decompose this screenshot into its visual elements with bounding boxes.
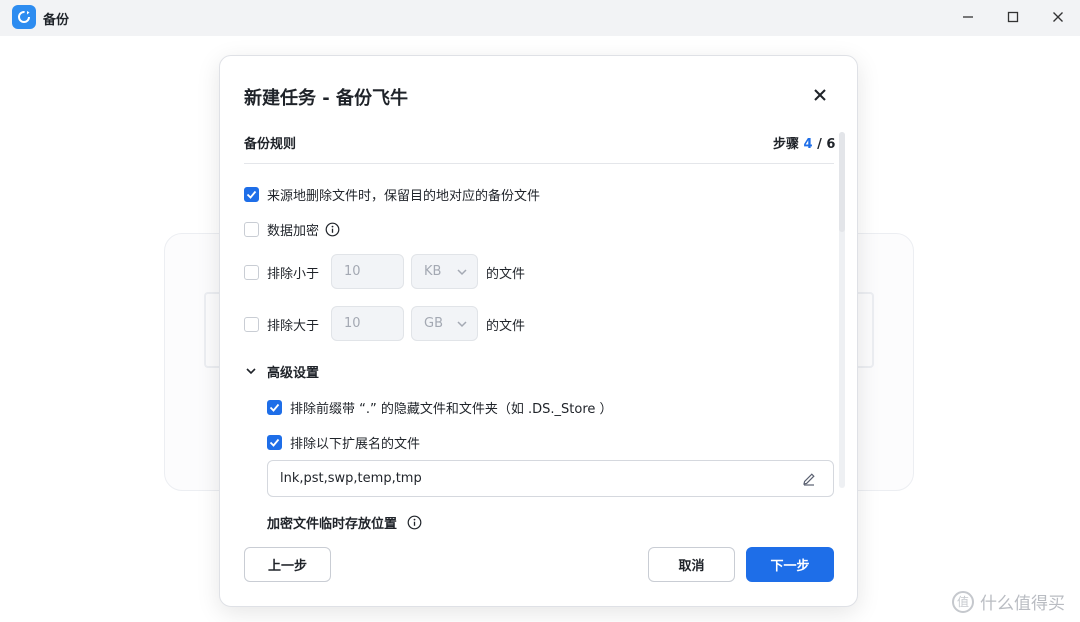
exclude-smaller-suffix: 的文件: [486, 267, 526, 282]
prev-step-button[interactable]: 上一步: [244, 547, 331, 582]
dialog-close-icon[interactable]: [808, 83, 832, 107]
watermark-text: 什么值得买: [980, 594, 1065, 614]
encrypt-option[interactable]: 数据加密: [244, 220, 340, 239]
keep-deleted-option[interactable]: 来源地删除文件时，保留目的地对应的备份文件: [244, 185, 540, 204]
divider: [244, 163, 834, 164]
watermark: 值 什么值得买: [952, 589, 1065, 614]
edit-icon[interactable]: [801, 471, 817, 487]
window-titlebar: 备份: [0, 0, 1080, 36]
step-current: 4: [803, 137, 813, 152]
section-title: 备份规则: [244, 137, 297, 152]
window-close-icon[interactable]: [1046, 6, 1070, 28]
exclude-ext-checkbox[interactable]: [267, 435, 282, 450]
minimize-icon[interactable]: [956, 6, 980, 28]
keep-deleted-checkbox[interactable]: [244, 187, 259, 202]
exclude-ext-label: 排除以下扩展名的文件: [290, 437, 421, 452]
exclude-larger-size-input[interactable]: 10: [331, 306, 404, 341]
chevron-down-icon: [457, 321, 467, 328]
watermark-logo-icon: 值: [952, 590, 974, 613]
exclude-ext-option[interactable]: 排除以下扩展名的文件: [267, 433, 420, 452]
background-decoration: [856, 292, 874, 368]
extensions-value: lnk,pst,swp,temp,tmp: [280, 471, 422, 486]
chevron-down-icon: [457, 269, 467, 276]
backup-app-icon: [12, 5, 36, 29]
extensions-input[interactable]: lnk,pst,swp,temp,tmp: [267, 460, 834, 497]
maximize-icon[interactable]: [1001, 6, 1025, 28]
step-total: / 6: [812, 137, 836, 152]
scrollbar-thumb[interactable]: [839, 132, 845, 232]
exclude-smaller-size-input[interactable]: 10: [331, 254, 404, 289]
exclude-smaller-label: 排除小于: [267, 267, 320, 282]
new-task-dialog: 新建任务 - 备份飞牛 备份规则 步骤 4 / 6 来源地删除文件时，保留目的地…: [219, 55, 858, 607]
info-icon[interactable]: [325, 222, 340, 237]
exclude-larger-unit-select[interactable]: GB: [411, 306, 478, 341]
next-step-button[interactable]: 下一步: [746, 547, 834, 582]
advanced-settings-toggle[interactable]: 高级设置: [267, 362, 319, 381]
exclude-smaller-unit-select[interactable]: KB: [411, 254, 478, 289]
exclude-smaller-option[interactable]: 排除小于: [244, 263, 319, 282]
temp-location-title: 加密文件临时存放位置: [267, 513, 422, 532]
cancel-button[interactable]: 取消: [648, 547, 735, 582]
chevron-down-icon[interactable]: [244, 364, 258, 378]
dialog-title: 新建任务 - 备份飞牛: [244, 88, 409, 109]
step-indicator: 步骤 4 / 6: [773, 133, 835, 152]
exclude-larger-checkbox[interactable]: [244, 317, 259, 332]
exclude-larger-suffix: 的文件: [486, 319, 526, 334]
exclude-hidden-label: 排除前缀带 “.” 的隐藏文件和文件夹（如 .DS._Store ）: [290, 402, 613, 417]
exclude-larger-option[interactable]: 排除大于: [244, 315, 319, 334]
exclude-smaller-checkbox[interactable]: [244, 265, 259, 280]
keep-deleted-label: 来源地删除文件时，保留目的地对应的备份文件: [267, 189, 541, 204]
encrypt-checkbox[interactable]: [244, 222, 259, 237]
exclude-smaller-unit-value: KB: [424, 264, 442, 279]
encrypt-label: 数据加密: [267, 224, 320, 239]
app-title: 备份: [43, 13, 70, 28]
temp-location-label: 加密文件临时存放位置: [267, 517, 398, 532]
info-icon[interactable]: [407, 515, 422, 530]
step-prefix: 步骤: [773, 137, 804, 152]
exclude-larger-unit-value: GB: [424, 316, 443, 331]
exclude-hidden-checkbox[interactable]: [267, 400, 282, 415]
exclude-hidden-option[interactable]: 排除前缀带 “.” 的隐藏文件和文件夹（如 .DS._Store ）: [267, 398, 613, 417]
exclude-larger-label: 排除大于: [267, 319, 320, 334]
